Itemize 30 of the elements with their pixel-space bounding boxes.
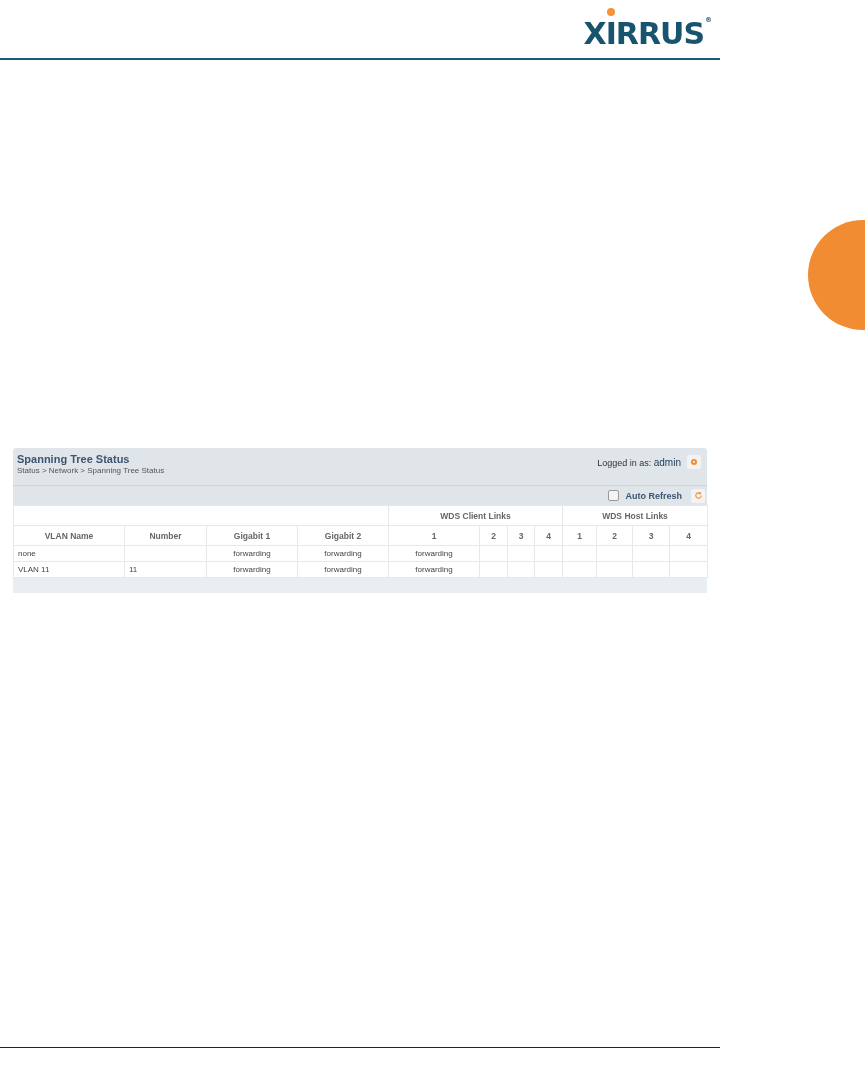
table-cell: VLAN 11: [13, 561, 125, 578]
column-header: 3: [632, 525, 670, 546]
settings-icon[interactable]: [687, 455, 701, 469]
auto-refresh-label: Auto Refresh: [625, 490, 682, 501]
column-header: VLAN Name: [13, 525, 125, 546]
column-header: 4: [669, 525, 708, 546]
column-header: 1: [388, 525, 480, 546]
column-header: 2: [479, 525, 508, 546]
column-header: Gigabit 1: [206, 525, 298, 546]
column-group-header: WDS Client Links: [388, 505, 563, 526]
column-header: 4: [534, 525, 563, 546]
table-cell: forwarding: [297, 561, 389, 578]
column-header: Number: [124, 525, 207, 546]
column-header: 2: [596, 525, 633, 546]
table-cell: forwarding: [206, 545, 298, 562]
login-status: Logged in as: admin: [597, 456, 681, 468]
breadcrumb: Status > Network > Spanning Tree Status: [17, 466, 165, 475]
table-cell: 11: [124, 561, 207, 578]
column-header: Gigabit 2: [297, 525, 389, 546]
auto-refresh-checkbox[interactable]: [608, 490, 620, 501]
refresh-icon[interactable]: [691, 488, 705, 503]
table-cell: forwarding: [388, 545, 480, 562]
page-title: Spanning Tree Status: [17, 453, 131, 465]
column-group-header: WDS Host Links: [562, 505, 708, 526]
table-cell: forwarding: [388, 561, 480, 578]
table-cell: none: [13, 545, 125, 562]
column-header: 3: [507, 525, 535, 546]
table-cell: forwarding: [297, 545, 389, 562]
column-header: 1: [562, 525, 597, 546]
table-cell: forwarding: [206, 561, 298, 578]
